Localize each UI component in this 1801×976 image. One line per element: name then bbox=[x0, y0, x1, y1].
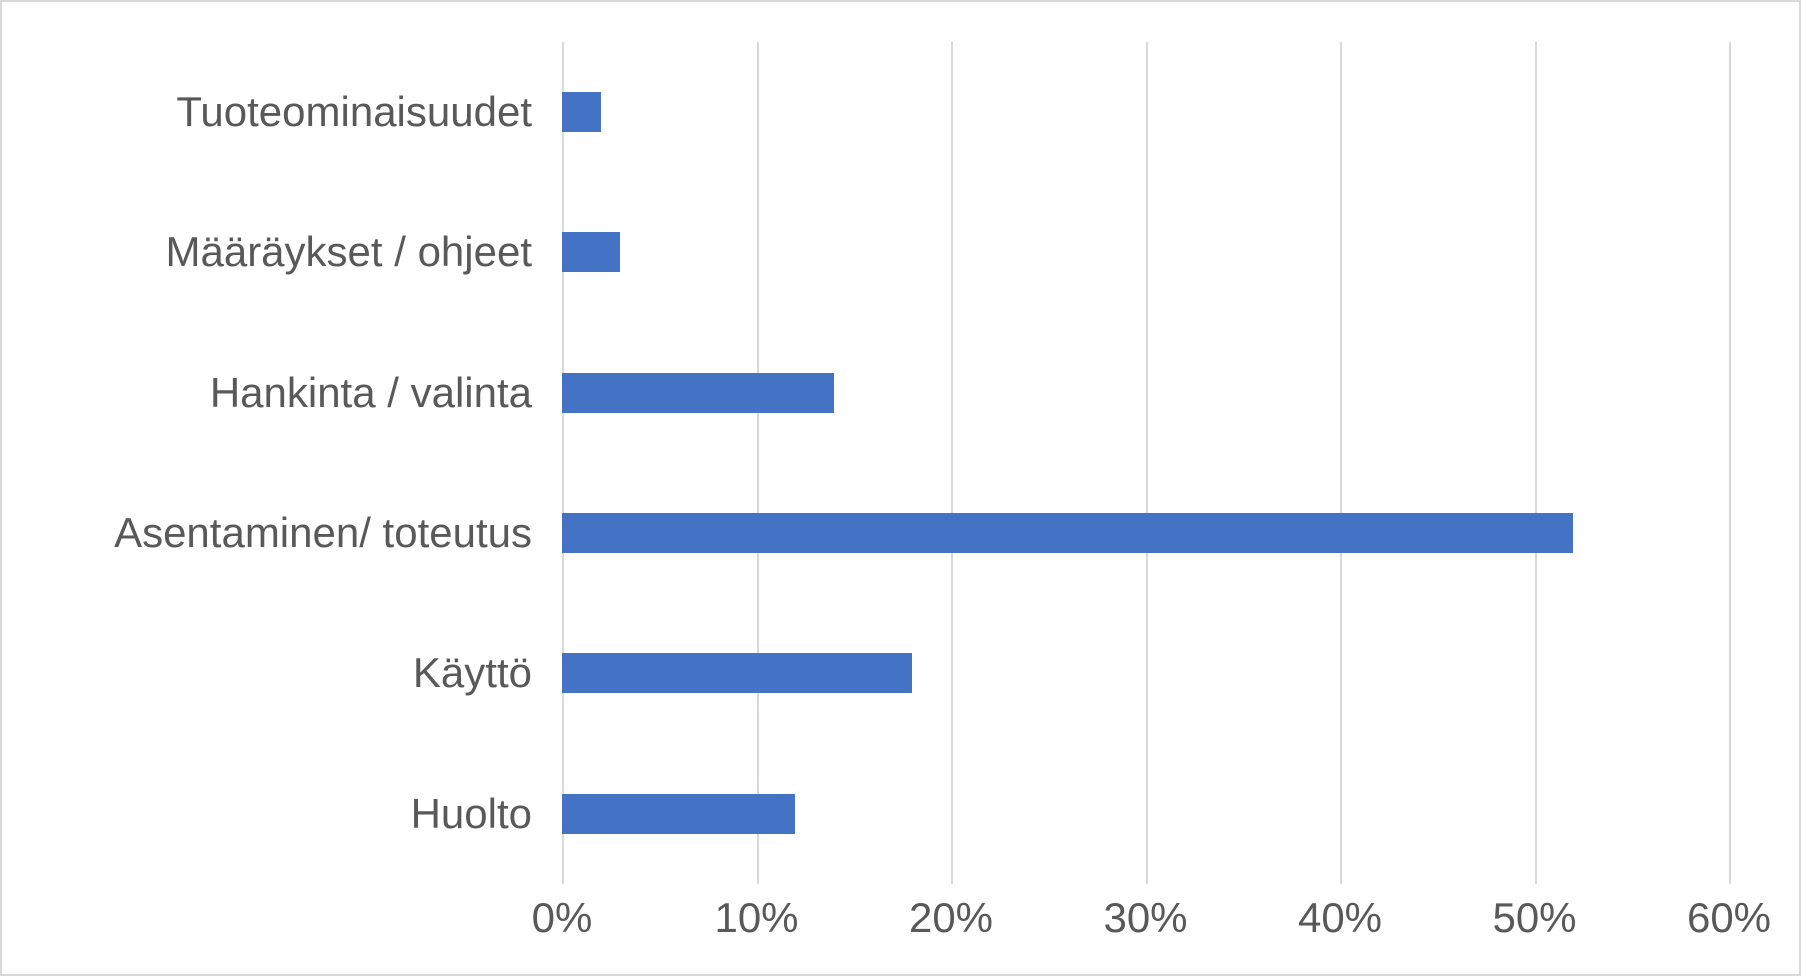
x-tick-label: 10% bbox=[714, 894, 798, 942]
bar bbox=[562, 232, 620, 272]
x-tick-label: 40% bbox=[1298, 894, 1382, 942]
bar-row bbox=[562, 92, 1729, 132]
bar bbox=[562, 653, 912, 693]
bar bbox=[562, 513, 1573, 553]
x-tick-label: 20% bbox=[909, 894, 993, 942]
category-label: Asentaminen/ toteutus bbox=[2, 512, 542, 554]
bar-row bbox=[562, 653, 1729, 693]
bar-row bbox=[562, 513, 1729, 553]
x-tick-label: 0% bbox=[532, 894, 593, 942]
x-tick-label: 50% bbox=[1492, 894, 1576, 942]
category-label: Huolto bbox=[2, 793, 542, 835]
bar-row bbox=[562, 794, 1729, 834]
plot-area bbox=[562, 42, 1729, 884]
bars-container bbox=[562, 42, 1729, 884]
category-label: Käyttö bbox=[2, 652, 542, 694]
bar bbox=[562, 794, 795, 834]
bar-row bbox=[562, 373, 1729, 413]
category-label: Tuoteominaisuudet bbox=[2, 91, 542, 133]
category-label: Määräykset / ohjeet bbox=[2, 231, 542, 273]
gridline bbox=[1729, 42, 1731, 884]
x-tick-label: 30% bbox=[1103, 894, 1187, 942]
x-axis-labels: 0% 10% 20% 30% 40% 50% 60% bbox=[562, 894, 1729, 944]
y-axis-labels: Tuoteominaisuudet Määräykset / ohjeet Ha… bbox=[2, 42, 542, 884]
x-tick-label: 60% bbox=[1687, 894, 1771, 942]
chart-frame: Tuoteominaisuudet Määräykset / ohjeet Ha… bbox=[0, 0, 1801, 976]
bar bbox=[562, 92, 601, 132]
bar bbox=[562, 373, 834, 413]
category-label: Hankinta / valinta bbox=[2, 372, 542, 414]
bar-row bbox=[562, 232, 1729, 272]
